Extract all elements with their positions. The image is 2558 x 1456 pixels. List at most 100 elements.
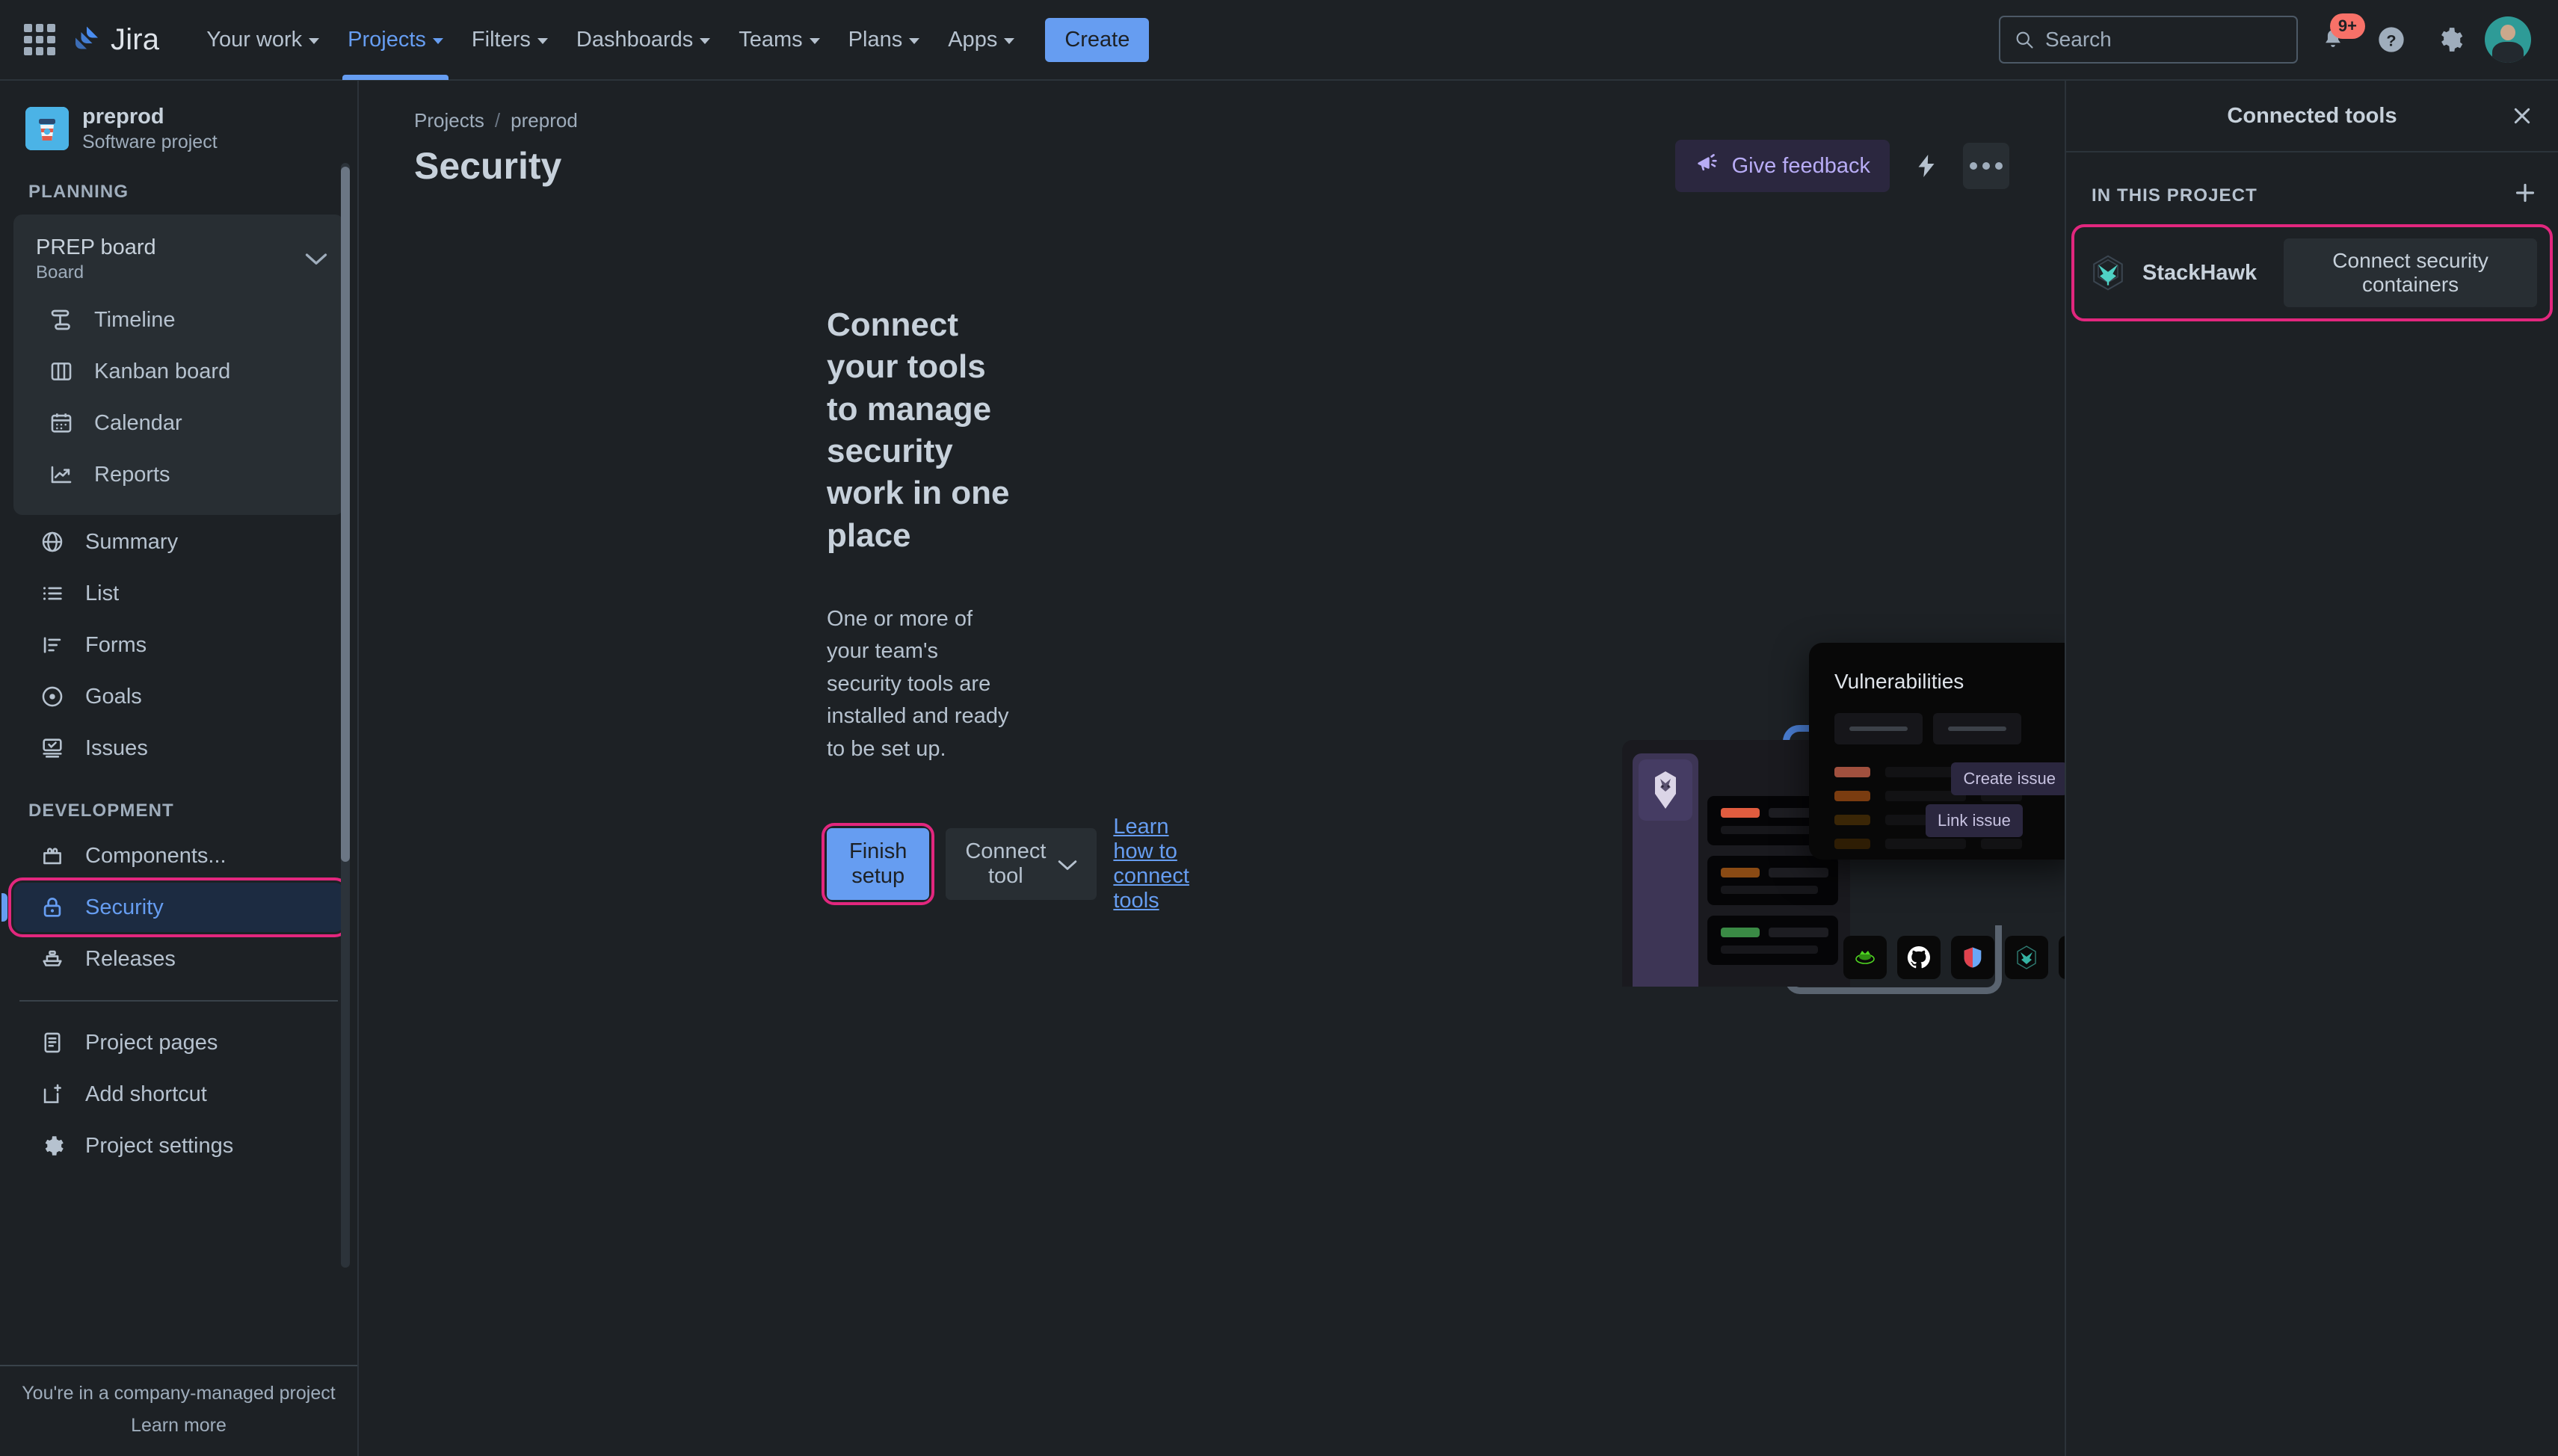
issues-icon xyxy=(37,733,67,763)
severity-bar xyxy=(1834,815,1870,825)
timeline-icon xyxy=(46,305,76,335)
nav-item-dashboards[interactable]: Dashboards xyxy=(564,19,723,61)
filter-chip[interactable] xyxy=(1834,713,1923,744)
nav-label: Teams xyxy=(739,27,803,52)
chevron-down-icon xyxy=(1004,37,1015,44)
page-actions: Give feedback xyxy=(1674,140,2009,192)
help-button[interactable]: ? xyxy=(2368,16,2414,63)
in-this-project-label: IN THIS PROJECT xyxy=(2092,185,2257,206)
user-avatar[interactable] xyxy=(2485,16,2531,63)
shield-icon xyxy=(1951,936,1994,979)
chevron-down-icon xyxy=(432,37,443,44)
breadcrumb-projects[interactable]: Projects xyxy=(414,109,484,132)
learn-how-to-connect-tools-link[interactable]: Learn how to connect tools xyxy=(1113,815,1189,913)
settings-gear-icon xyxy=(2441,28,2463,52)
project-header[interactable]: preprod Software project xyxy=(0,81,357,171)
more-actions-button[interactable] xyxy=(1963,143,2009,189)
sidebar-item-add-shortcut[interactable]: Add shortcut xyxy=(13,1070,344,1119)
connect-security-containers-button[interactable]: Connect security containers xyxy=(2284,238,2537,307)
sidebar-item-summary[interactable]: Summary xyxy=(13,517,344,567)
jira-wordmark: Jira xyxy=(111,22,160,56)
board-name: PREP board xyxy=(36,235,156,259)
sidebar-item-label: Kanban board xyxy=(94,359,231,383)
vulnerabilities-card: Vulnerabilities Create issue Link issue xyxy=(1809,643,2065,860)
filter-chip[interactable] xyxy=(1933,713,2021,744)
breadcrumb-preprod[interactable]: preprod xyxy=(511,109,578,132)
connected-tools-header: Connected tools xyxy=(2066,81,2558,152)
nav-item-apps[interactable]: Apps xyxy=(935,19,1027,61)
give-feedback-button[interactable]: Give feedback xyxy=(1674,140,1890,192)
lock-icon xyxy=(37,892,67,922)
page-icon xyxy=(37,1028,67,1058)
plus-icon[interactable] xyxy=(2512,179,2539,212)
finish-setup-button[interactable]: Finish setup xyxy=(827,828,930,901)
chevron-down-icon[interactable] xyxy=(305,246,327,271)
lightning-bolt-icon xyxy=(1918,155,1935,177)
stackhawk-icon xyxy=(2005,936,2048,979)
search-input[interactable]: Search xyxy=(1999,16,2298,64)
sidebar-item-forms[interactable]: Forms xyxy=(13,620,344,670)
sidebar-item-project-settings[interactable]: Project settings xyxy=(13,1121,344,1170)
releases-ship-icon xyxy=(37,944,67,974)
jira-app-window: Jira Your work Projects Filters Dashboar… xyxy=(0,0,2558,1456)
sidebar-item-security[interactable]: Security xyxy=(1,877,349,938)
sidebar-item-calendar[interactable]: Calendar xyxy=(22,398,335,448)
chevron-down-icon xyxy=(1058,852,1077,877)
sidebar-item-label: Releases xyxy=(85,946,176,971)
sidebar-item-project-pages[interactable]: Project pages xyxy=(13,1018,344,1067)
components-icon xyxy=(37,841,67,871)
breadcrumb: Projects / preprod xyxy=(359,81,2065,132)
create-issue-pill[interactable]: Create issue xyxy=(1951,762,2065,795)
sidebar-item-timeline[interactable]: Timeline xyxy=(22,295,335,345)
settings-button[interactable] xyxy=(2426,16,2473,63)
severity-bar xyxy=(1834,791,1870,801)
sidebar-item-label: Reports xyxy=(94,462,170,487)
sidebar-item-label: List xyxy=(85,581,120,605)
nav-item-plans[interactable]: Plans xyxy=(836,19,933,61)
close-icon[interactable] xyxy=(2503,96,2542,135)
svg-text:?: ? xyxy=(2386,31,2396,49)
sidebar-section-planning: PLANNING xyxy=(28,181,129,202)
sidebar-item-kanban-board[interactable]: Kanban board xyxy=(22,347,335,396)
sidebar-scrollbar-thumb[interactable] xyxy=(341,167,350,862)
project-sidebar: preprod Software project PLANNING PREP b… xyxy=(0,81,359,1456)
nav-item-filters[interactable]: Filters xyxy=(459,19,561,61)
chevron-down-icon xyxy=(700,37,711,44)
sidebar-item-components[interactable]: Components... xyxy=(13,831,344,880)
chevron-down-icon xyxy=(909,37,920,44)
search-icon xyxy=(2016,31,2033,49)
automation-button[interactable] xyxy=(1903,143,1950,189)
nav-label: Plans xyxy=(848,27,903,52)
nav-label: Your work xyxy=(206,27,303,52)
learn-more-link[interactable]: Learn more xyxy=(0,1415,357,1437)
goals-target-icon xyxy=(37,682,67,712)
sidebar-item-reports[interactable]: Reports xyxy=(22,450,335,499)
app-switcher-icon[interactable] xyxy=(24,24,55,55)
severity-bar xyxy=(1834,767,1870,777)
sidebar-item-issues[interactable]: Issues xyxy=(13,724,344,773)
sidebar-item-releases[interactable]: Releases xyxy=(13,934,344,984)
top-nav-right-cluster: Search 9+ ? xyxy=(1999,13,2531,64)
jira-home-logo[interactable]: Jira xyxy=(72,23,159,57)
github-icon xyxy=(1897,936,1941,979)
connected-tool-name: StackHawk xyxy=(2142,260,2257,285)
jira-mark-icon xyxy=(72,25,102,55)
nav-item-teams[interactable]: Teams xyxy=(726,19,832,61)
nav-label: Apps xyxy=(948,27,998,52)
nav-item-projects[interactable]: Projects xyxy=(335,19,456,80)
row-placeholder xyxy=(1885,839,1966,849)
sidebar-item-list[interactable]: List xyxy=(13,569,344,618)
create-button[interactable]: Create xyxy=(1045,17,1150,62)
stackhawk-icon xyxy=(2087,252,2129,294)
connect-tool-button[interactable]: Connect tool xyxy=(946,828,1097,901)
sidebar-item-goals[interactable]: Goals xyxy=(13,672,344,721)
notifications-button[interactable]: 9+ xyxy=(2310,13,2365,63)
connected-tool-stackhawk[interactable]: StackHawk Connect security containers xyxy=(2071,224,2553,321)
snyk-icon xyxy=(1843,936,1887,979)
board-selector[interactable]: PREP board Board xyxy=(13,222,344,293)
nav-item-your-work[interactable]: Your work xyxy=(194,19,332,61)
sidebar-item-label: Components... xyxy=(85,843,226,868)
link-issue-pill[interactable]: Link issue xyxy=(1926,804,2023,837)
add-shortcut-icon xyxy=(37,1079,67,1109)
empty-state-copy: Connect your tools to manage security wo… xyxy=(359,304,1189,913)
